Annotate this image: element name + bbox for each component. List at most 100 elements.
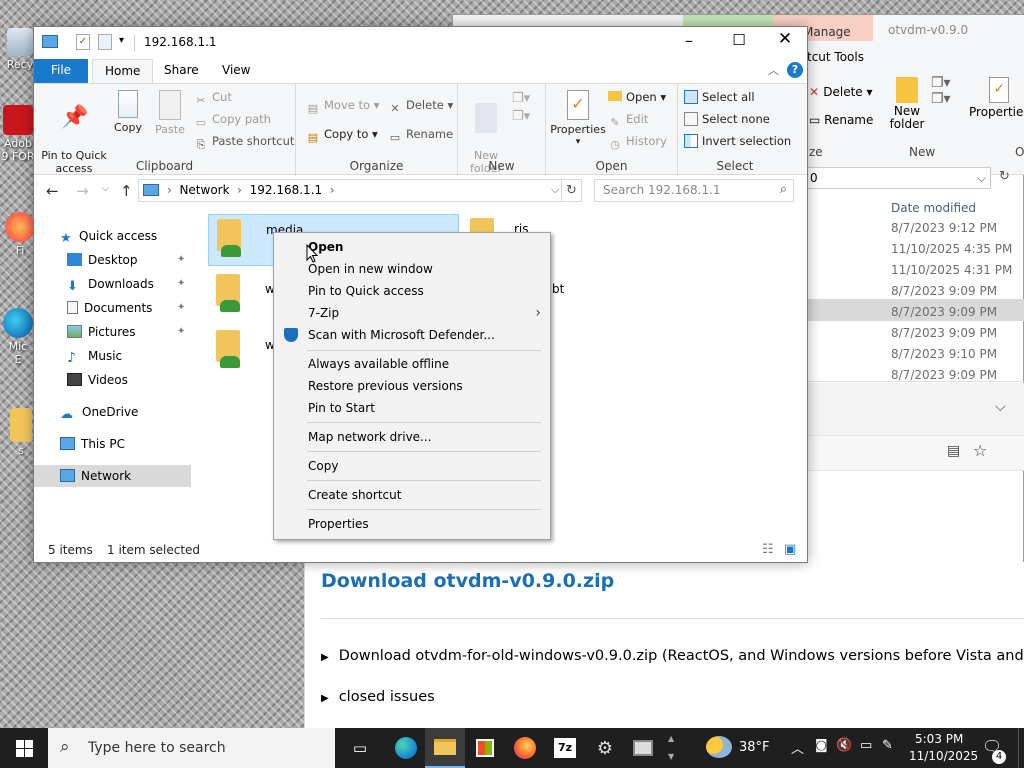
history-button[interactable]: ◷ History (608, 131, 667, 151)
taskbar-scroll-icon[interactable]: ▲ ▼ (668, 730, 674, 766)
paste-shortcut-button[interactable]: ⎘ Paste shortcut (194, 131, 295, 151)
column-date-modified[interactable]: Date modified (891, 201, 976, 215)
open-button[interactable]: Open ▾ (608, 87, 666, 107)
qat-chevron-icon[interactable]: ▾ (119, 35, 124, 46)
pen-tray-icon[interactable]: ✎ (882, 738, 893, 753)
cut-button[interactable]: ✂ Cut (194, 87, 231, 107)
list-item[interactable]: ▶ closed issues (321, 689, 435, 705)
menu-item-copy[interactable]: Copy (275, 455, 549, 477)
tab-home[interactable]: Home (92, 59, 154, 83)
window-app-taskbar-icon[interactable] (623, 728, 663, 768)
refresh-icon[interactable]: ↻ (562, 179, 582, 202)
show-hidden-icons-icon[interactable]: ︿ (791, 738, 804, 757)
favorite-star-icon[interactable]: ☆ (973, 441, 987, 460)
network-tray-icon[interactable]: ▭ (860, 738, 872, 753)
breadcrumb-network[interactable]: Network (179, 183, 229, 197)
edit-button[interactable]: ✎ Edit (608, 109, 648, 129)
select-all-button[interactable]: Select all (684, 87, 755, 107)
nav-desktop[interactable]: Desktop ✦ (34, 249, 191, 271)
volume-muted-icon[interactable]: 🔇 (836, 738, 852, 753)
recent-chevron-icon[interactable]: ⌵ (102, 184, 109, 194)
delete-button[interactable]: ✕ Delete ▾ (388, 95, 453, 115)
copy-to-button[interactable]: ▤ Copy to ▾ (306, 124, 378, 144)
tab-view[interactable]: View (210, 59, 262, 83)
chevron-down-icon[interactable]: ⌵ (551, 183, 559, 197)
tab-file[interactable]: File (34, 59, 88, 83)
nav-this-pc[interactable]: This PC (34, 433, 191, 455)
tab-share[interactable]: Share (152, 59, 211, 83)
back-arrow-icon[interactable]: ← (46, 182, 59, 200)
nav-onedrive[interactable]: ☁ OneDrive (34, 401, 191, 423)
menu-item-available-offline[interactable]: Always available offline (275, 353, 549, 375)
manage-tab[interactable]: Manage (803, 25, 851, 39)
tray-camera-icon[interactable]: ◙ (815, 738, 828, 753)
delete-button[interactable]: ✕ Delete ▾ (809, 85, 873, 99)
store-taskbar-icon[interactable] (465, 728, 505, 768)
properties-qat-icon[interactable]: ✓ (76, 34, 90, 50)
task-view-icon[interactable]: ▭ (340, 728, 380, 768)
menu-item-restore-versions[interactable]: Restore previous versions (275, 375, 549, 397)
nav-network[interactable]: Network (34, 465, 191, 487)
select-none-button[interactable]: Select none (684, 109, 770, 129)
details-view-icon[interactable]: ☷ (762, 538, 774, 562)
folder-desktop-icon[interactable]: s (6, 408, 36, 457)
nav-music[interactable]: ♪ Music (34, 345, 191, 367)
menu-item-create-shortcut[interactable]: Create shortcut (275, 484, 549, 506)
7zip-taskbar-icon[interactable]: 7z (545, 728, 585, 768)
nav-pictures[interactable]: Pictures ✦ (34, 321, 191, 343)
collapse-ribbon-icon[interactable]: ︿ (768, 62, 779, 78)
edge-taskbar-icon[interactable] (386, 728, 426, 768)
menu-item-properties[interactable]: Properties (275, 513, 549, 535)
properties-button[interactable]: ✓ Properties ▾ (550, 90, 606, 149)
new-folder-qat-icon[interactable] (98, 34, 112, 50)
breadcrumb-host[interactable]: 192.168.1.1 (250, 183, 323, 197)
list-item[interactable]: ▶ Download otvdm-for-old-windows-v0.9.0.z… (321, 648, 1024, 664)
minimize-button[interactable]: – (674, 31, 704, 53)
invert-selection-button[interactable]: Invert selection (684, 131, 791, 151)
nav-downloads[interactable]: ⬇ Downloads ✦ (34, 273, 191, 295)
menu-item-map-network-drive[interactable]: Map network drive... (275, 426, 549, 448)
firefox-taskbar-icon[interactable] (505, 728, 545, 768)
edge-desktop-icon[interactable]: Mic E (0, 308, 36, 366)
title-bar[interactable]: ✓ ▾ 192.168.1.1 – ☐ ✕ (34, 27, 807, 59)
file-explorer-taskbar-icon[interactable] (425, 728, 465, 768)
up-arrow-icon[interactable]: ↑ (120, 182, 133, 200)
reading-view-icon[interactable]: ▤ (947, 443, 960, 459)
menu-item-defender-scan[interactable]: Scan with Microsoft Defender... (275, 324, 549, 346)
menu-item-7zip[interactable]: 7-Zip › (275, 302, 549, 324)
address-bar[interactable]: 0 ⌵ (805, 167, 991, 189)
nav-quick-access[interactable]: ★ Quick access (34, 225, 191, 247)
address-bar[interactable]: › Network › 192.168.1.1 › ⌵ (138, 179, 562, 202)
adobe-desktop-icon[interactable]: Adob 9 FOR (0, 105, 36, 163)
move-to-button[interactable]: ▤ Move to ▾ (306, 95, 380, 115)
start-button[interactable] (4, 728, 44, 768)
paste-button[interactable]: Paste (152, 90, 188, 136)
menu-item-pin-start[interactable]: Pin to Start (275, 397, 549, 419)
download-heading[interactable]: Download otvdm-v0.9.0.zip (321, 570, 614, 592)
clock-date[interactable]: 11/10/2025 (909, 749, 978, 763)
new-folder-button[interactable]: New folder (889, 77, 925, 131)
menu-item-pin-quick-access[interactable]: Pin to Quick access (275, 280, 549, 302)
taskbar-search-box[interactable]: ⌕ Type here to search (48, 728, 335, 768)
weather-temperature[interactable]: 38°F (739, 740, 770, 755)
new-item-icon[interactable]: ❐▾ ❐▾ (512, 90, 530, 126)
show-desktop-button[interactable] (1018, 728, 1024, 768)
shortcut-tools-tab[interactable]: tcut Tools (807, 50, 864, 64)
refresh-icon[interactable]: ↻ (999, 169, 1010, 184)
close-button[interactable]: ✕ (770, 29, 800, 53)
clock-time[interactable]: 5:03 PM (915, 732, 963, 746)
chevron-down-icon[interactable]: ⌵ (995, 399, 1006, 415)
nav-documents[interactable]: Documents ✦ (34, 297, 191, 319)
weather-icon[interactable] (706, 736, 732, 758)
rename-button[interactable]: ▭ Rename (388, 124, 453, 144)
help-icon[interactable]: ? (787, 62, 803, 78)
settings-taskbar-icon[interactable]: ⚙ (585, 728, 625, 768)
nav-videos[interactable]: Videos (34, 369, 191, 391)
large-icons-view-icon[interactable]: ▣ (784, 538, 796, 562)
maximize-button[interactable]: ☐ (724, 31, 754, 53)
copy-path-button[interactable]: ▭ Copy path (194, 109, 271, 129)
properties-button[interactable]: ✓ Properties (969, 77, 1024, 119)
search-input[interactable]: Search 192.168.1.1 ⌕ (594, 179, 794, 202)
forward-arrow-icon[interactable]: → (76, 182, 89, 200)
copy-button[interactable]: Copy (112, 90, 144, 134)
